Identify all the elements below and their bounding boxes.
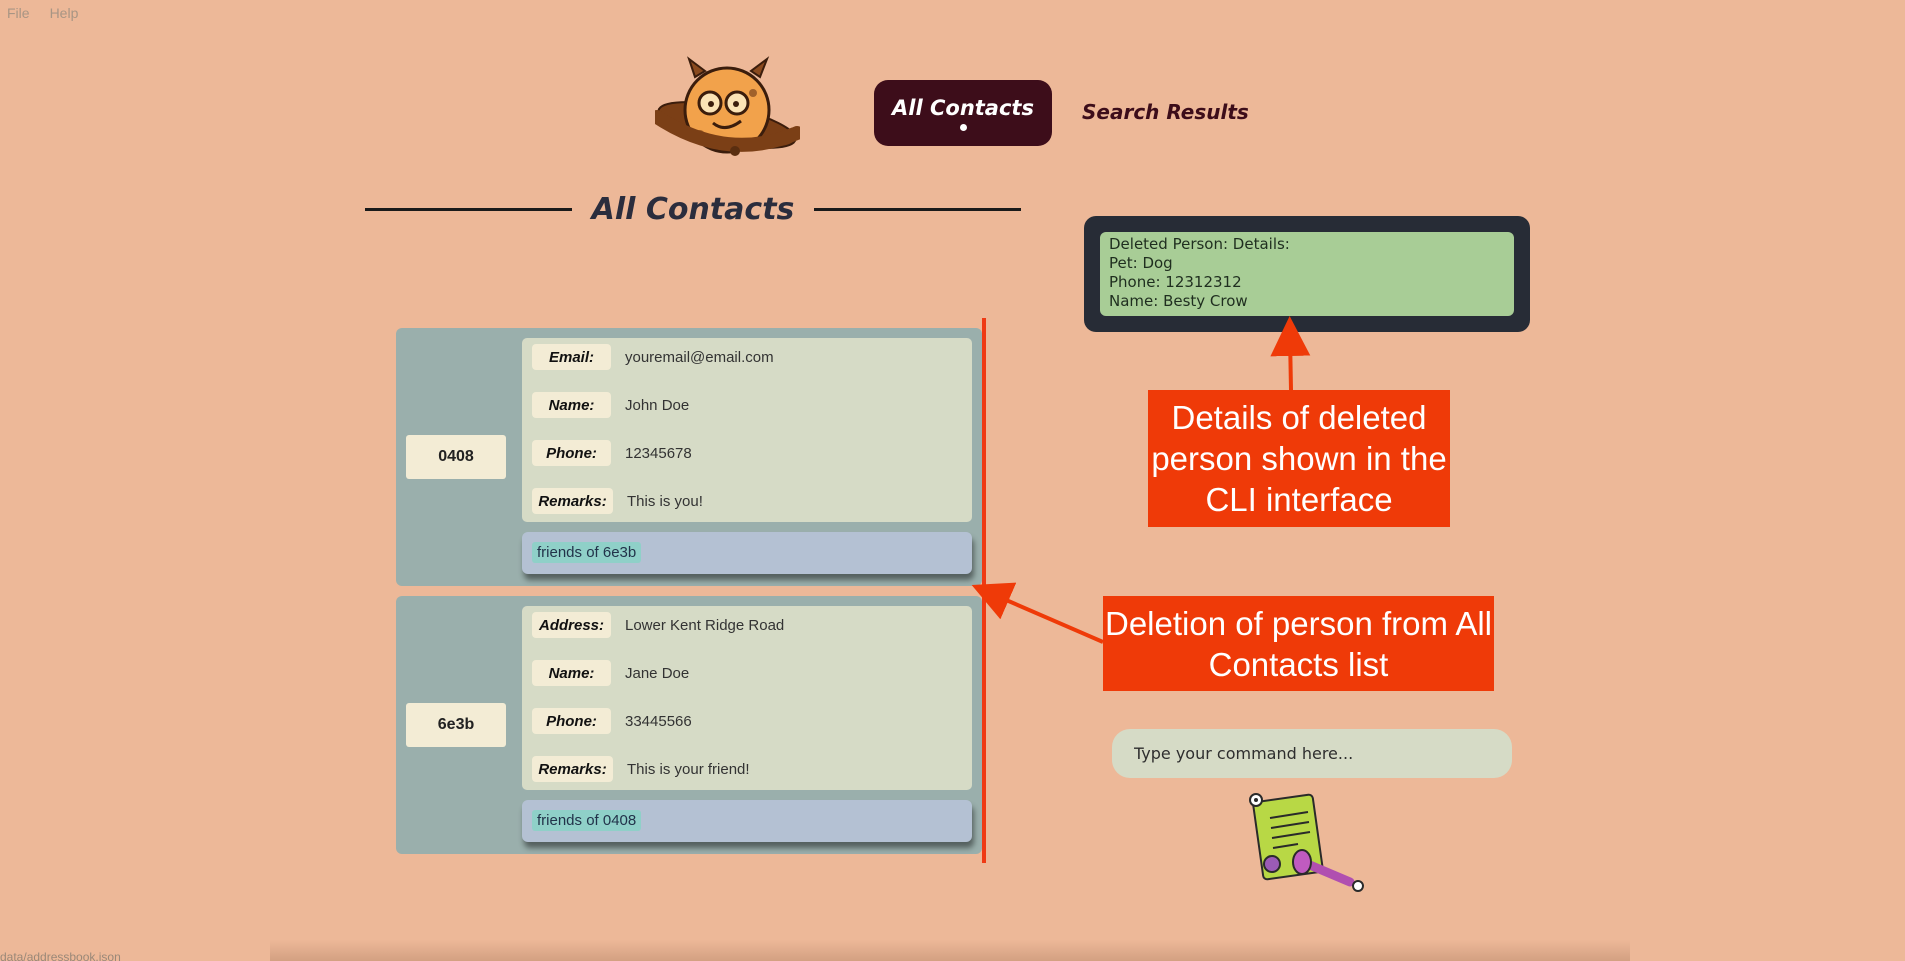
active-tab-indicator — [959, 123, 967, 131]
field-label: Phone: — [532, 440, 611, 466]
result-line: Pet: Dog — [1109, 254, 1173, 272]
result-line: Deleted Person: Details: — [1109, 235, 1290, 253]
tags-bar: friends of 0408 — [522, 800, 972, 842]
field-value: Lower Kent Ridge Road — [625, 616, 785, 634]
section-header: All Contacts — [365, 192, 1021, 227]
field-address: Address: Lower Kent Ridge Road — [532, 612, 784, 638]
menu-bar: File Help — [7, 5, 78, 21]
field-name: Name: Jane Doe — [532, 660, 689, 686]
field-label: Address: — [532, 612, 611, 638]
planet-monster-icon — [655, 56, 800, 156]
contact-card[interactable]: 0408 Email: youremail@email.com Name: Jo… — [396, 328, 982, 586]
tab-all-contacts-label: All Contacts — [892, 95, 1034, 120]
divider-right — [814, 208, 1021, 211]
field-phone: Phone: 12345678 — [532, 440, 692, 466]
result-display: Deleted Person: Details: Pet: Dog Phone:… — [1084, 216, 1530, 332]
result-text: Deleted Person: Details: Pet: Dog Phone:… — [1100, 232, 1514, 316]
status-bar-path: data/addressbook.json — [0, 950, 121, 961]
field-name: Name: John Doe — [532, 392, 689, 418]
arrow-to-list — [971, 582, 1104, 644]
field-label: Name: — [532, 660, 611, 686]
field-phone: Phone: 33445566 — [532, 708, 692, 734]
field-remarks: Remarks: This is your friend! — [532, 756, 750, 782]
field-value: This is your friend! — [627, 760, 750, 778]
tab-search-results[interactable]: Search Results — [1082, 100, 1249, 124]
command-input[interactable] — [1112, 729, 1512, 778]
menu-help[interactable]: Help — [50, 5, 79, 21]
result-line: Name: Besty Crow — [1109, 292, 1248, 310]
bottom-shadow — [270, 940, 1630, 961]
annotation-marker-line — [982, 318, 986, 863]
tag[interactable]: friends of 6e3b — [532, 542, 642, 563]
page-title: All Contacts — [591, 192, 795, 227]
field-value: youremail@email.com — [625, 348, 774, 366]
contact-fields: Email: youremail@email.com Name: John Do… — [522, 338, 972, 522]
contact-card[interactable]: 6e3b Address: Lower Kent Ridge Road Name… — [396, 596, 982, 854]
tab-all-contacts[interactable]: All Contacts — [874, 80, 1052, 146]
field-label: Remarks: — [532, 756, 613, 782]
field-value: 12345678 — [625, 444, 692, 462]
arrow-to-result — [1270, 316, 1311, 391]
field-label: Name: — [532, 392, 611, 418]
document-monster-icon — [1249, 793, 1364, 892]
contact-fields: Address: Lower Kent Ridge Road Name: Jan… — [522, 606, 972, 790]
contact-id-badge: 0408 — [406, 435, 506, 479]
field-label: Remarks: — [532, 488, 613, 514]
menu-file[interactable]: File — [7, 5, 30, 21]
field-label: Email: — [532, 344, 611, 370]
field-value: Jane Doe — [625, 664, 690, 682]
contact-id-badge: 6e3b — [406, 703, 506, 747]
field-value: 33445566 — [625, 712, 692, 730]
tags-bar: friends of 6e3b — [522, 532, 972, 574]
divider-left — [365, 208, 572, 211]
annotation-details-callout: Details of deleted person shown in the C… — [1148, 390, 1450, 527]
field-email: Email: youremail@email.com — [532, 344, 774, 370]
field-value: This is you! — [627, 492, 703, 510]
field-remarks: Remarks: This is you! — [532, 488, 703, 514]
annotation-deletion-callout: Deletion of person from All Contacts lis… — [1103, 596, 1494, 691]
result-line: Phone: 12312312 — [1109, 273, 1242, 291]
tag[interactable]: friends of 0408 — [532, 810, 642, 831]
field-label: Phone: — [532, 708, 611, 734]
field-value: John Doe — [625, 396, 690, 414]
